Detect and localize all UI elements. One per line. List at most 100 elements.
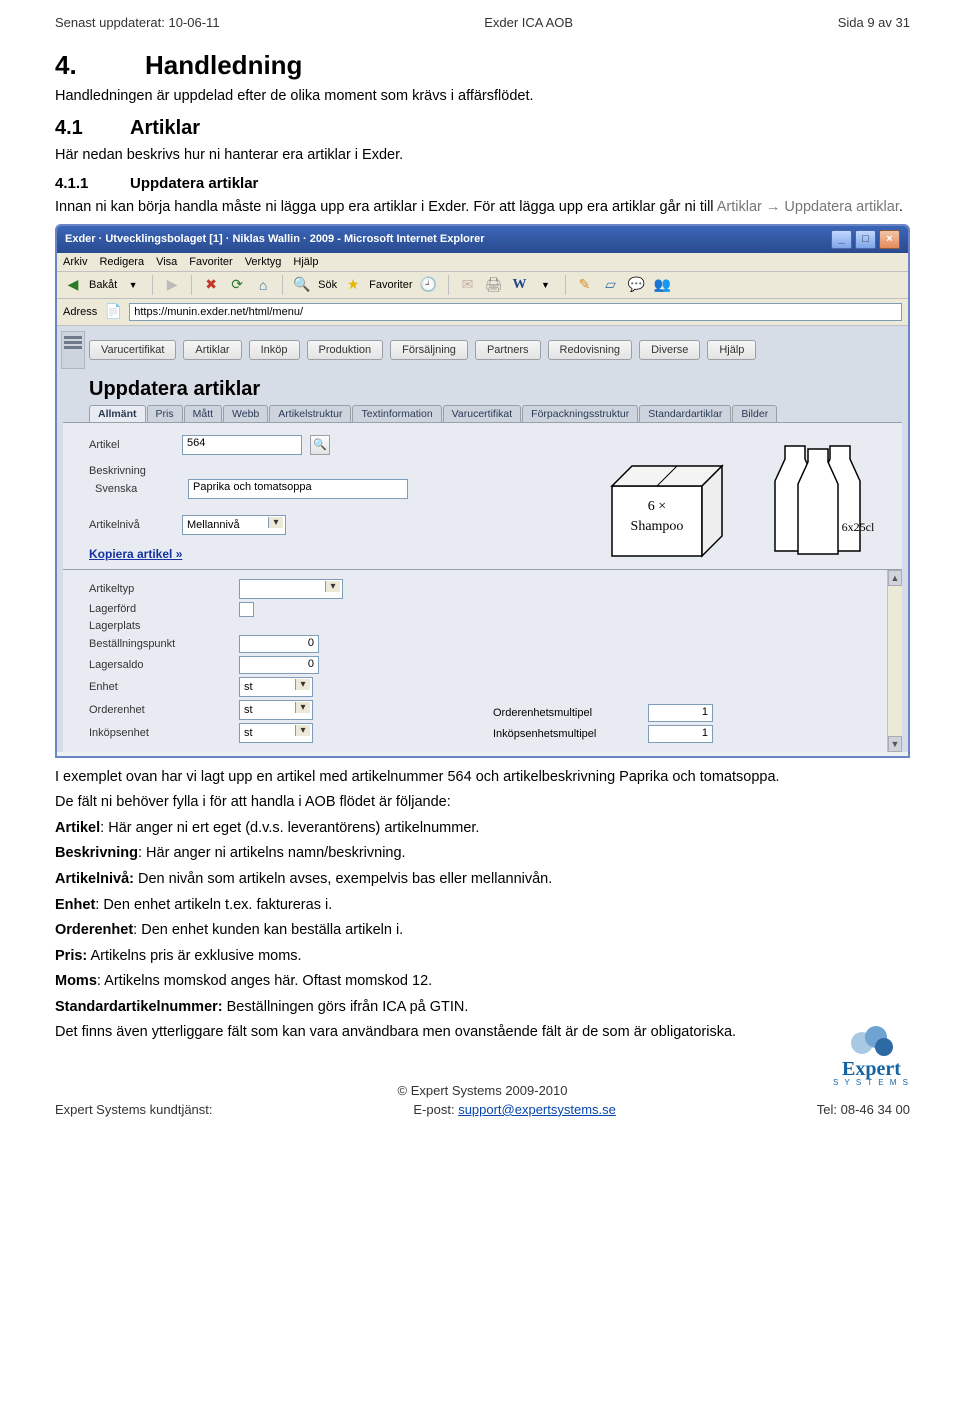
kopiera-artikel-link[interactable]: Kopiera artikel » [89,547,182,561]
print-icon[interactable]: 🖨 [484,275,504,295]
edit-icon[interactable]: ✎ [575,275,595,295]
lbl-lagerplats: Lagerplats [89,620,239,632]
favorites-icon[interactable]: ★ [343,275,363,295]
line-enhet: Enhet: Den enhet artikeln t.ex. fakturer… [55,896,910,916]
lower-right-column: Orderenhetsmultipel1 Inköpsenhetsmultipe… [493,701,890,746]
lbl-orderenhet: Orderenhet [89,704,239,716]
artikel-label: Artikel [89,439,174,451]
stop-icon[interactable]: ✖ [201,275,221,295]
back-chevron-icon[interactable]: ▼ [123,275,143,295]
tab-varucertifikat[interactable]: Varucertifikat [89,340,176,360]
svenska-input[interactable]: Paprika och tomatsoppa [188,479,408,499]
history-icon[interactable]: 🕘 [419,275,439,295]
close-button[interactable]: × [879,230,900,249]
p411-c: . [899,199,903,215]
tab-artiklar[interactable]: Artiklar [183,340,241,360]
tab-redovisning[interactable]: Redovisning [548,340,633,360]
p-4-1-1: Innan ni kan börja handla måste ni lägga… [55,198,910,218]
subtab-standardartiklar[interactable]: Standardartiklar [639,405,731,422]
tab-partners[interactable]: Partners [475,340,541,360]
menu-hjalp[interactable]: Hjälp [293,256,318,268]
subtab-bilder[interactable]: Bilder [732,405,777,422]
line-standardartikelnummer: Standardartikelnummer: Beställningen gör… [55,998,910,1018]
article-illustration: 6 × Shampoo 6x25cl [602,431,890,561]
forward-icon[interactable]: ▶ [162,275,182,295]
subtab-textinformation[interactable]: Textinformation [352,405,441,422]
footer-right: Tel: 08-46 34 00 [817,1102,910,1117]
sidebar-toggle[interactable] [61,331,85,369]
menu-verktyg[interactable]: Verktyg [245,256,282,268]
orderenhetsmultipel-input[interactable]: 1 [648,704,713,722]
subtab-artikelstruktur[interactable]: Artikelstruktur [269,405,351,422]
word-icon[interactable]: W [510,275,530,295]
after-last: Det finns även ytterliggare fält som kan… [55,1023,910,1043]
doc-header: Senast uppdaterat: 10-06-11 Exder ICA AO… [55,15,910,30]
menu-arkiv[interactable]: Arkiv [63,256,87,268]
expert-systems-logo: Expert S Y S T E M S [833,1021,910,1087]
scrollbar[interactable]: ▲ ▼ [887,570,902,752]
maximize-button[interactable]: □ [855,230,876,249]
refresh-icon[interactable]: ⟳ [227,275,247,295]
menu-redigera[interactable]: Redigera [99,256,144,268]
chevron-down-icon[interactable]: ▼ [536,275,556,295]
lbl-enhet: Enhet [89,681,239,693]
header-updated: Senast uppdaterat: 10-06-11 [55,15,220,30]
menu-visa[interactable]: Visa [156,256,177,268]
lbl-lagersaldo: Lagersaldo [89,659,239,671]
box-illustration: 6 × Shampoo [602,446,752,561]
minimize-button[interactable]: _ [831,230,852,249]
enhet-select[interactable]: st [239,677,313,697]
subtab-forpackningsstruktur[interactable]: Förpackningsstruktur [522,405,638,422]
artikeltyp-select[interactable] [239,579,343,599]
artikel-input[interactable]: 564 [182,435,302,455]
tab-produktion[interactable]: Produktion [307,340,384,360]
intro-paragraph: Handledningen är uppdelad efter de olika… [55,87,910,107]
subtab-allmant[interactable]: Allmänt [89,405,146,422]
mail-icon[interactable]: ✉ [458,275,478,295]
back-label[interactable]: Bakåt [89,279,117,291]
scroll-down-icon[interactable]: ▼ [888,736,902,752]
chat-icon[interactable]: 💬 [627,275,647,295]
h2-title: Artiklar [130,117,200,140]
home-icon[interactable]: ⌂ [253,275,273,295]
p-4-1: Här nedan beskrivs hur ni hanterar era a… [55,146,910,166]
orderenhet-select[interactable]: st [239,700,313,720]
search-label[interactable]: Sök [318,279,337,291]
scroll-up-icon[interactable]: ▲ [888,570,902,586]
back-icon[interactable]: ◀ [63,275,83,295]
footer-copyright: © Expert Systems 2009-2010 [55,1083,910,1098]
line-artikel: Artikel: Här anger ni ert eget (d.v.s. l… [55,819,910,839]
subtab-varucertifikat[interactable]: Varucertifikat [443,405,522,422]
artikelniva-select[interactable]: Mellannivå [182,515,286,535]
lagerford-checkbox[interactable] [239,602,254,617]
h3-number: 4.1.1 [55,175,130,192]
bestallningspunkt-input[interactable]: 0 [239,635,319,653]
search-icon[interactable]: 🔍 [292,275,312,295]
heading-1: 4. Handledning [55,50,910,81]
people-icon[interactable]: 👥 [653,275,673,295]
tab-diverse[interactable]: Diverse [639,340,700,360]
lbl-artikeltyp: Artikeltyp [89,583,239,595]
tab-inkop[interactable]: Inköp [249,340,300,360]
line-orderenhet: Orderenhet: Den enhet kunden kan beställ… [55,921,910,941]
h2-number: 4.1 [55,117,130,140]
beskrivning-label: Beskrivning [89,465,174,477]
subtab-matt[interactable]: Mått [184,405,222,422]
footer-left: Expert Systems kundtjänst: [55,1102,213,1117]
subtab-pris[interactable]: Pris [147,405,183,422]
inkopsenhet-select[interactable]: st [239,723,313,743]
address-input[interactable]: https://munin.exder.net/html/menu/ [129,303,902,321]
favorites-label[interactable]: Favoriter [369,279,412,291]
svg-text:6 ×: 6 × [648,499,666,514]
sub-tabs: Allmänt Pris Mått Webb Artikelstruktur T… [89,405,902,422]
artikel-search-button[interactable]: 🔍 [310,435,330,455]
support-email-link[interactable]: support@expertsystems.se [458,1102,616,1117]
lagersaldo-input[interactable]: 0 [239,656,319,674]
menu-favoriter[interactable]: Favoriter [189,256,232,268]
subtab-webb[interactable]: Webb [223,405,268,422]
tab-forsaljning[interactable]: Försäljning [390,340,468,360]
note-icon[interactable]: ▱ [601,275,621,295]
svenska-label: Svenska [89,483,180,495]
tab-hjalp[interactable]: Hjälp [707,340,756,360]
inkopsenhetsmultipel-input[interactable]: 1 [648,725,713,743]
